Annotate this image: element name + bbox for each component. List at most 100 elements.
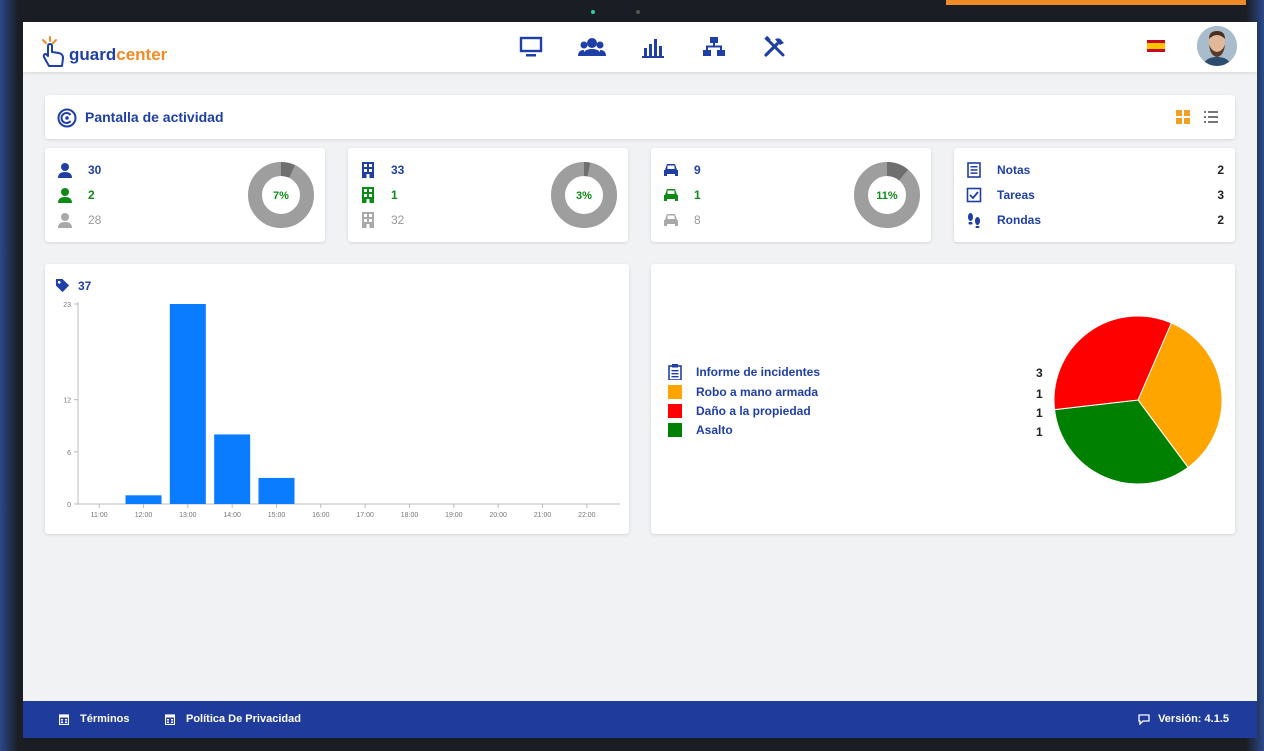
x-tick-label: 22:00: [578, 512, 596, 519]
app-screen: guardcenter Pantalla de actividad 30 2 2…: [23, 22, 1257, 738]
list-view-icon[interactable]: [1204, 110, 1218, 124]
users-stats-card[interactable]: 30 2 28 7%: [45, 148, 325, 242]
vehicles-donut-chart: 11%: [854, 162, 920, 228]
checkbox-icon: [966, 187, 982, 203]
user-active-icon: [58, 188, 72, 203]
calendar-icon: [59, 713, 69, 725]
notes-label: Notas: [997, 163, 1031, 177]
incidents-card: Informe de incidentes 3 Robo a mano arma…: [651, 264, 1235, 534]
vehicles-stats-card[interactable]: 9 1 8 11%: [651, 148, 931, 242]
legend-value-property-damage: 1: [1036, 406, 1043, 420]
incidents-report-value: 3: [1036, 366, 1043, 380]
incidents-report-row[interactable]: Informe de incidentes: [668, 364, 820, 380]
buildings-inactive-row: 32: [360, 212, 404, 228]
nav-monitor-button[interactable]: [511, 32, 551, 62]
incidents-pie-chart: [1053, 315, 1223, 485]
y-tick-label: 6: [67, 450, 71, 457]
nav-structure-button[interactable]: [694, 32, 734, 62]
y-tick-label: 0: [67, 502, 71, 509]
x-tick-label: 13:00: [179, 512, 197, 519]
rounds-row[interactable]: Rondas 2: [966, 212, 1224, 228]
buildings-inactive-value: 32: [391, 213, 405, 227]
calendar-icon: [165, 713, 175, 725]
legend-value-assault: 1: [1036, 425, 1043, 439]
legend-value-armed-robbery: 1: [1036, 387, 1043, 401]
bar-14:00[interactable]: [214, 434, 251, 504]
hourly-bar-chart-card: 37 0 6 12 23 11:00 12:00 13:00 14:00 15:00 16:00 1…: [45, 264, 629, 534]
legend-item-armed-robbery[interactable]: Robo a mano armada: [668, 385, 818, 399]
buildings-total-value: 33: [391, 163, 405, 177]
buildings-stats-card[interactable]: 33 1 32 3%: [348, 148, 628, 242]
building-inactive-icon: [362, 212, 374, 228]
grid-view-icon[interactable]: [1176, 110, 1190, 124]
users-active-value: 2: [88, 188, 95, 202]
device-frame: guardcenter Pantalla de actividad 30 2 2…: [0, 0, 1264, 751]
buildings-percent-label: 3%: [576, 190, 592, 202]
hand-pointer-icon: [42, 36, 64, 67]
privacy-policy-link[interactable]: Política De Privacidad: [165, 713, 301, 725]
car-inactive-icon: [664, 214, 678, 226]
legend-item-assault[interactable]: Asalto: [668, 423, 733, 437]
legend-label-armed-robbery: Robo a mano armada: [696, 385, 819, 399]
logo-text-center: center: [116, 45, 168, 64]
user-avatar[interactable]: [1197, 26, 1237, 66]
car-active-icon: [664, 189, 678, 201]
clipboard-icon: [668, 364, 682, 380]
language-flag-icon[interactable]: [1147, 40, 1165, 52]
bar-12:00[interactable]: [125, 495, 162, 504]
y-tick-label: 12: [63, 398, 71, 405]
main-nav: [511, 32, 816, 62]
building-icon: [362, 162, 374, 178]
tasks-row[interactable]: Tareas 3: [966, 187, 1224, 203]
hourly-bar-chart: 0 6 12 23 11:00 12:00 13:00 14:00 15:00 16:00 17:0…: [63, 302, 620, 519]
users-inactive-row: 28: [57, 212, 101, 228]
users-icon: [578, 38, 606, 56]
user-icon: [58, 163, 72, 178]
version-label: Versión: 4.1.5: [1158, 713, 1229, 725]
users-inactive-value: 28: [88, 213, 102, 227]
x-tick-label: 20:00: [489, 512, 507, 519]
tools-icon: [764, 36, 785, 57]
x-tick-label: 18:00: [401, 512, 419, 519]
bar-15:00[interactable]: [258, 477, 295, 504]
users-percent-label: 7%: [273, 190, 289, 202]
terms-link[interactable]: Términos: [59, 713, 130, 725]
nav-statistics-button[interactable]: [633, 32, 673, 62]
vehicles-inactive-value: 8: [694, 213, 701, 227]
vehicles-percent-label: 11%: [876, 190, 898, 202]
bar-chart-icon: [642, 39, 664, 58]
legend-swatch-orange: [668, 385, 682, 399]
camera-led: [591, 10, 595, 14]
bar-13:00[interactable]: [169, 304, 206, 504]
buildings-total-row: 33: [360, 162, 404, 178]
activity-title-bar: Pantalla de actividad: [45, 95, 1235, 139]
x-tick-label: 17:00: [356, 512, 374, 519]
page-title: Pantalla de actividad: [85, 109, 224, 125]
x-tick-label: 21:00: [534, 512, 552, 519]
building-active-icon: [362, 187, 374, 203]
users-donut-chart: 7%: [248, 162, 314, 228]
rounds-label: Rondas: [997, 213, 1042, 227]
terms-label: Términos: [80, 713, 130, 725]
sitemap-icon: [703, 37, 725, 56]
camera-lens: [636, 10, 640, 14]
vehicles-inactive-row: 8: [663, 212, 701, 228]
avatar-image: [1197, 26, 1237, 66]
x-tick-label: 16:00: [312, 512, 330, 519]
legend-item-property-damage[interactable]: Daño a la propiedad: [668, 404, 811, 418]
nav-users-button[interactable]: [572, 32, 612, 62]
y-tick-label: 23: [63, 302, 71, 309]
tasks-stats-card[interactable]: Notas 2 Tareas 3 Rondas 2: [954, 148, 1235, 242]
legend-label-assault: Asalto: [696, 423, 733, 437]
top-navbar: guardcenter: [23, 22, 1257, 72]
user-inactive-icon: [58, 213, 72, 228]
nav-settings-button[interactable]: [755, 32, 795, 62]
vehicles-total-row: 9: [663, 162, 701, 178]
guardcenter-logo[interactable]: guardcenter: [39, 28, 167, 68]
chat-icon: [1138, 713, 1150, 725]
notes-row[interactable]: Notas 2: [966, 162, 1224, 178]
vehicles-active-row: 1: [663, 187, 701, 203]
privacy-policy-label: Política De Privacidad: [186, 713, 301, 725]
monitor-icon: [519, 36, 543, 57]
x-tick-label: 12:00: [135, 512, 153, 519]
